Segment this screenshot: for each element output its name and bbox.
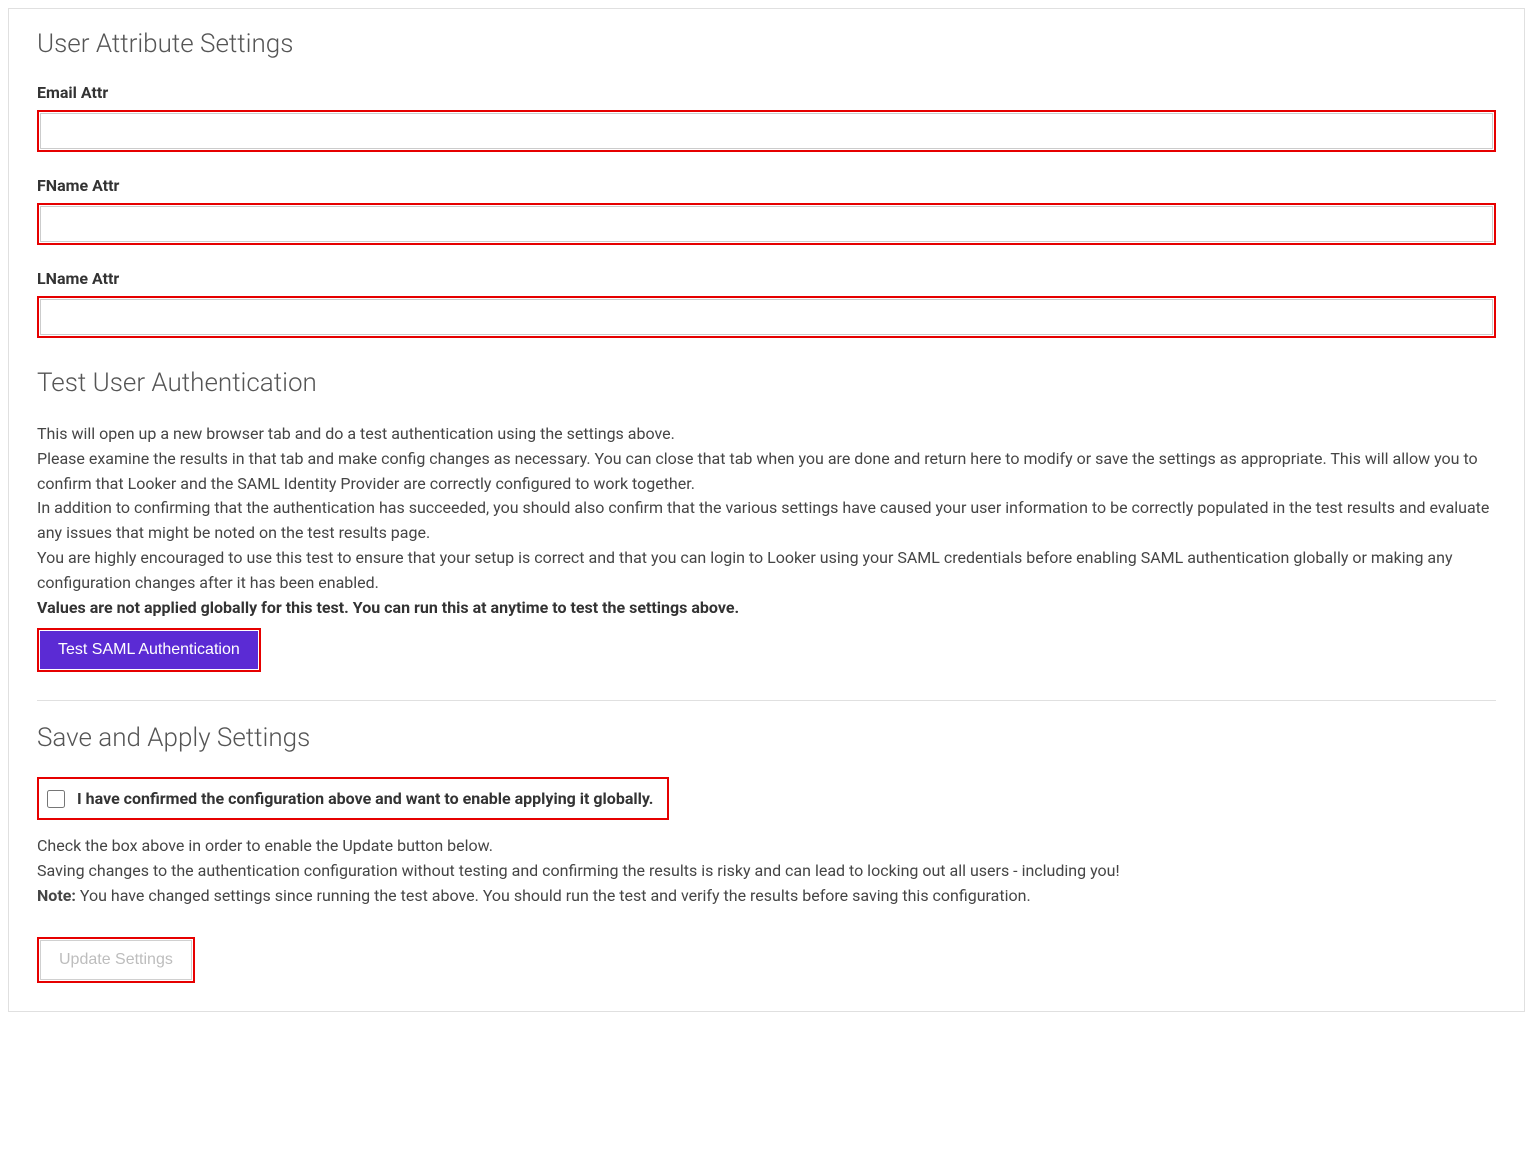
settings-panel: User Attribute Settings Email Attr FName… [8,8,1525,1012]
test-auth-p3: In addition to confirming that the authe… [37,496,1496,546]
confirm-checkbox[interactable] [47,790,65,808]
test-auth-p4: You are highly encouraged to use this te… [37,546,1496,596]
save-apply-title: Save and Apply Settings [37,723,1496,753]
test-auth-p2: Please examine the results in that tab a… [37,447,1496,497]
lname-attr-label: LName Attr [37,269,1496,288]
test-user-auth-title: Test User Authentication [37,368,1496,398]
email-attr-input[interactable] [40,113,1493,149]
update-settings-button-highlight: Update Settings [37,937,195,983]
save-apply-p1: Check the box above in order to enable t… [37,834,1496,859]
note-rest: You have changed settings since running … [76,886,1031,905]
fname-attr-label: FName Attr [37,176,1496,195]
save-apply-note: Note: You have changed settings since ru… [37,884,1496,909]
test-auth-p1: This will open up a new browser tab and … [37,422,1496,447]
email-attr-label: Email Attr [37,83,1496,102]
note-prefix: Note: [37,886,76,905]
fname-attr-highlight [37,203,1496,245]
test-auth-p5: Values are not applied globally for this… [37,596,1496,621]
email-attr-highlight [37,110,1496,152]
email-attr-group: Email Attr [37,83,1496,152]
user-attribute-settings-title: User Attribute Settings [37,29,1496,59]
lname-attr-group: LName Attr [37,269,1496,338]
confirm-checkbox-highlight: I have confirmed the configuration above… [37,777,669,820]
test-saml-button-highlight: Test SAML Authentication [37,628,261,672]
test-saml-button[interactable]: Test SAML Authentication [40,631,258,669]
fname-attr-group: FName Attr [37,176,1496,245]
section-divider [37,700,1496,701]
lname-attr-highlight [37,296,1496,338]
lname-attr-input[interactable] [40,299,1493,335]
confirm-checkbox-label[interactable]: I have confirmed the configuration above… [77,789,653,808]
save-apply-p2: Saving changes to the authentication con… [37,859,1496,884]
fname-attr-input[interactable] [40,206,1493,242]
update-settings-button[interactable]: Update Settings [40,940,192,980]
